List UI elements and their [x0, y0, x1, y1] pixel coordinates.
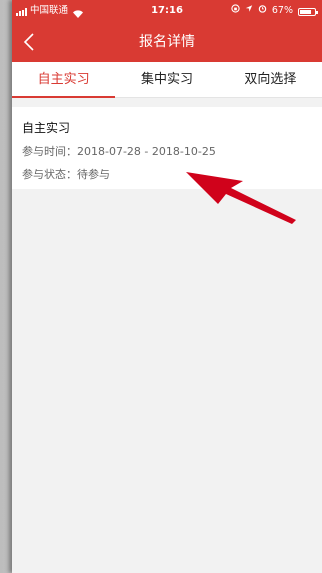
status-right: 67% — [231, 0, 318, 22]
battery-percent: 67% — [271, 5, 293, 16]
tab-two-way-selection[interactable]: 双向选择 — [219, 62, 322, 97]
alarm-icon — [258, 0, 267, 22]
app-header: 中国联通 17:16 67% 报名详情 — [12, 0, 322, 62]
tab-centralized-internship[interactable]: 集中实习 — [115, 62, 218, 97]
participation-time: 参与时间：2018-07-28 - 2018-10-25 — [22, 145, 216, 158]
participation-status: 参与状态：待参与 — [22, 168, 110, 181]
registration-card[interactable]: 自主实习 参与时间：2018-07-28 - 2018-10-25 参与状态：待… — [12, 107, 322, 189]
battery-icon — [298, 7, 318, 16]
tab-bar: 自主实习 集中实习 双向选择 — [12, 62, 322, 98]
tab-self-internship[interactable]: 自主实习 — [12, 62, 116, 98]
lock-rotation-icon — [231, 0, 240, 22]
status-bar: 中国联通 17:16 67% — [12, 0, 322, 22]
page-title: 报名详情 — [139, 34, 195, 50]
location-icon — [245, 0, 253, 22]
battery-level — [300, 9, 311, 14]
card-title: 自主实习 — [22, 121, 71, 135]
phone-screen: 中国联通 17:16 67% 报名详情 自主实习 集中实习 双向选择 自主实习 … — [12, 0, 322, 573]
nav-bar: 报名详情 — [12, 22, 322, 62]
